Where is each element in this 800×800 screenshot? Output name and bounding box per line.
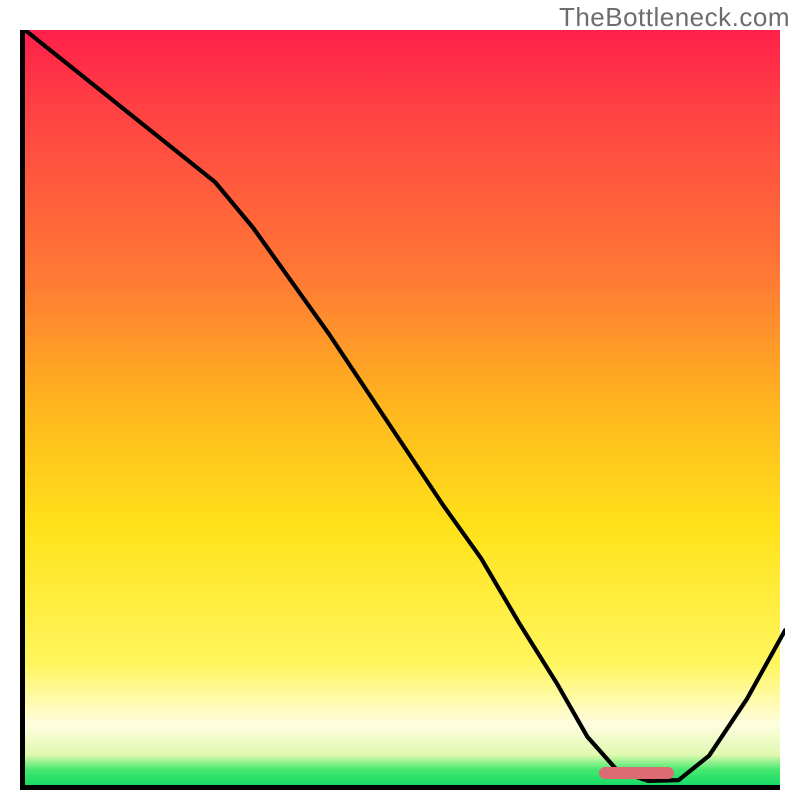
watermark-text: TheBottleneck.com [559, 2, 790, 33]
optimum-marker [599, 767, 675, 779]
plot-area [20, 30, 780, 790]
chart-frame: TheBottleneck.com [0, 0, 800, 800]
gradient-background [25, 30, 780, 785]
